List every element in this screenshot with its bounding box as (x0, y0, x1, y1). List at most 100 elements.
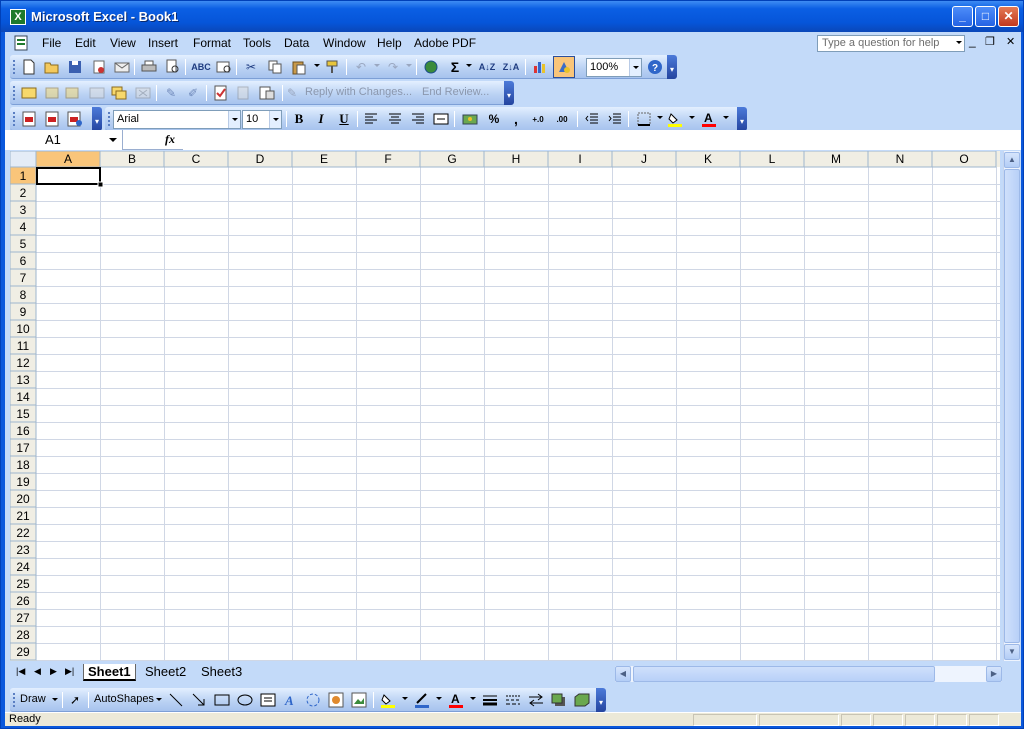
worksheet-grid[interactable]: A B C D E F G H I J K L M N O 1 2 3 4 5 6 7 8 9 10 11 12 13 14 15 16 17… (10, 151, 1000, 661)
menu-file[interactable]: File (42, 36, 61, 50)
new-icon[interactable] (20, 58, 38, 76)
scroll-left-icon[interactable]: ◀ (615, 666, 631, 682)
delete-ink-icon[interactable]: ✐ (184, 84, 202, 102)
next-sheet-icon[interactable]: ▶ (50, 666, 57, 677)
currency-icon[interactable] (461, 110, 479, 128)
underline-button[interactable]: U (335, 110, 353, 128)
track-changes-icon[interactable] (212, 84, 230, 102)
previous-sheet-icon[interactable]: ◀ (34, 666, 41, 677)
autosum-icon[interactable]: Σ (446, 58, 464, 76)
vertical-scrollbar[interactable]: ▲ ▼ (1003, 151, 1020, 661)
3d-style-icon[interactable] (573, 691, 591, 709)
draw-dropdown-icon[interactable] (52, 698, 58, 701)
ink-annotations-icon[interactable]: ✎ (162, 84, 180, 102)
autoshapes-button[interactable]: AutoShapes (94, 693, 154, 705)
horizontal-scroll-thumb[interactable] (633, 666, 935, 682)
name-box-dropdown-icon[interactable] (109, 138, 117, 142)
cut-icon[interactable]: ✂ (242, 58, 260, 76)
autoshapes-dropdown-icon[interactable] (156, 698, 162, 701)
save-icon[interactable] (66, 58, 84, 76)
italic-button[interactable]: I (312, 110, 330, 128)
toolbar-options-icon[interactable]: ▾ (737, 107, 747, 131)
update-file-icon[interactable] (236, 84, 254, 102)
tab-sheet1[interactable]: Sheet1 (83, 664, 136, 681)
spelling-icon[interactable]: ABC (191, 58, 211, 76)
horizontal-scrollbar[interactable]: ◀ ▶ (615, 666, 1002, 682)
menu-view[interactable]: View (110, 36, 136, 50)
clip-art-icon[interactable] (327, 691, 345, 709)
diagram-icon[interactable] (304, 691, 322, 709)
paste-dropdown-icon[interactable] (314, 64, 320, 67)
menu-help[interactable]: Help (377, 36, 402, 50)
arrow-style-icon[interactable] (527, 691, 545, 709)
align-right-icon[interactable] (409, 110, 427, 128)
shadow-style-icon[interactable] (550, 691, 568, 709)
workbook-icon[interactable] (12, 34, 30, 52)
open-icon[interactable] (43, 58, 61, 76)
next-comment-icon[interactable] (64, 84, 82, 102)
email-icon[interactable] (113, 58, 131, 76)
redo-dropdown-icon[interactable] (406, 64, 412, 67)
font-size-dropdown-icon[interactable] (269, 111, 281, 128)
picture-icon[interactable] (350, 691, 368, 709)
active-cell[interactable] (36, 167, 101, 185)
send-review-icon[interactable] (258, 84, 276, 102)
title-bar[interactable]: X Microsoft Excel - Book1 _ □ ✕ (1, 1, 1023, 32)
close-icon[interactable]: ✕ (998, 6, 1019, 27)
draw-font-color-icon[interactable]: A (447, 691, 465, 709)
undo-dropdown-icon[interactable] (374, 64, 380, 67)
wordart-icon[interactable]: A (282, 691, 300, 709)
text-box-icon[interactable] (259, 691, 277, 709)
zoom-dropdown-icon[interactable] (629, 59, 641, 76)
draw-fill-dropdown-icon[interactable] (402, 697, 408, 700)
show-all-comments-icon[interactable] (110, 84, 128, 102)
previous-comment-icon[interactable] (42, 84, 60, 102)
comma-button[interactable]: , (507, 110, 525, 128)
decrease-indent-icon[interactable] (583, 110, 601, 128)
format-painter-icon[interactable] (324, 58, 342, 76)
menu-edit[interactable]: Edit (75, 36, 96, 50)
toolbar-options-icon[interactable]: ▾ (667, 55, 677, 79)
name-box[interactable]: A1 (5, 130, 123, 150)
menu-adobe-pdf[interactable]: Adobe PDF (414, 36, 476, 50)
sort-ascending-icon[interactable]: A↓Z (478, 58, 496, 76)
convert-and-review-icon[interactable] (66, 110, 84, 128)
arrow-icon[interactable] (190, 691, 208, 709)
formula-input[interactable] (183, 130, 1021, 150)
decrease-decimal-icon[interactable]: .00 (553, 110, 571, 128)
maximize-icon[interactable]: □ (975, 6, 996, 27)
paste-icon[interactable] (290, 58, 308, 76)
percent-button[interactable]: % (485, 110, 503, 128)
menu-data[interactable]: Data (284, 36, 309, 50)
font-size-select[interactable]: 10 (242, 110, 282, 129)
font-color-icon[interactable]: A (700, 110, 718, 128)
zoom-select[interactable]: 100% (586, 58, 642, 77)
print-preview-icon[interactable] (164, 58, 182, 76)
line-icon[interactable] (167, 691, 185, 709)
end-review-button[interactable]: End Review... (422, 86, 489, 98)
scroll-right-icon[interactable]: ▶ (986, 666, 1002, 682)
font-dropdown-icon[interactable] (228, 111, 240, 128)
toolbar-options-icon[interactable]: ▾ (504, 81, 514, 105)
merge-center-icon[interactable] (432, 110, 450, 128)
hyperlink-icon[interactable] (422, 58, 440, 76)
font-select[interactable]: Arial (113, 110, 241, 129)
align-center-icon[interactable] (386, 110, 404, 128)
doc-close-icon[interactable]: ✕ (1006, 35, 1015, 48)
autosum-dropdown-icon[interactable] (466, 64, 472, 67)
chart-wizard-icon[interactable] (531, 58, 549, 76)
oval-icon[interactable] (236, 691, 254, 709)
menu-insert[interactable]: Insert (148, 36, 178, 50)
borders-dropdown-icon[interactable] (657, 116, 663, 119)
tab-sheet2[interactable]: Sheet2 (141, 664, 190, 681)
permission-icon[interactable] (90, 58, 108, 76)
new-comment-icon[interactable] (20, 84, 38, 102)
bold-button[interactable]: B (290, 110, 308, 128)
undo-icon[interactable]: ↶ (352, 58, 370, 76)
select-all-button[interactable] (10, 151, 37, 168)
draw-fill-color-icon[interactable] (379, 691, 397, 709)
redo-icon[interactable]: ↷ (384, 58, 402, 76)
research-icon[interactable] (215, 58, 233, 76)
doc-minimize-icon[interactable]: _ (969, 34, 976, 48)
draw-menu-button[interactable]: Draw (20, 693, 46, 705)
